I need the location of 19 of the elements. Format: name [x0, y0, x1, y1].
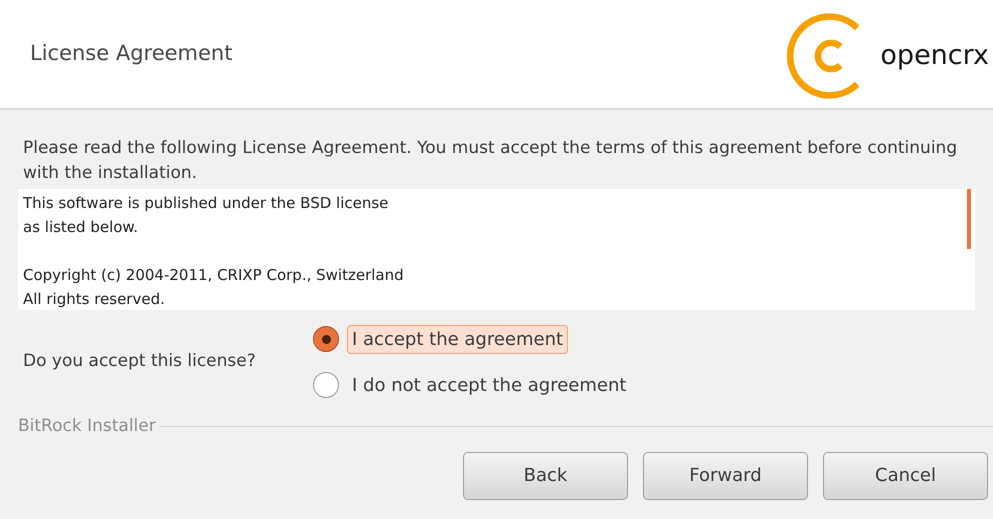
license-line: This software is published under the BSD license	[23, 193, 390, 214]
license-line: All rights reserved.	[23, 289, 166, 310]
license-line: Copyright (c) 2004-2011, CRIXP Corp., Switzerland	[23, 265, 405, 286]
license-line: as listed below.	[23, 217, 140, 238]
dialog-button[interactable]: Back	[463, 452, 628, 500]
intro-text: Please read the following License Agreement. You must accept the terms of this agreement before continuing with the installation.	[22, 137, 958, 185]
radio-label: I do not accept the agreement	[351, 374, 628, 398]
radio-button[interactable]	[313, 326, 339, 352]
question-label: Do you accept this license?	[23, 350, 257, 374]
logo-text: opencrx	[880, 38, 989, 73]
dialog-button[interactable]: Cancel	[823, 452, 988, 500]
radio-label: I accept the agreement	[347, 324, 568, 354]
radio-button[interactable]	[313, 372, 339, 398]
radio-option[interactable]: I do not accept the agreement	[313, 364, 632, 406]
radio-option[interactable]: I accept the agreement	[313, 318, 632, 360]
scrollbar-thumb[interactable]	[967, 189, 971, 249]
dialog-button[interactable]: Forward	[643, 452, 808, 500]
page-title: License Agreement	[30, 40, 232, 68]
installer-label: BitRock Installer	[18, 415, 157, 438]
